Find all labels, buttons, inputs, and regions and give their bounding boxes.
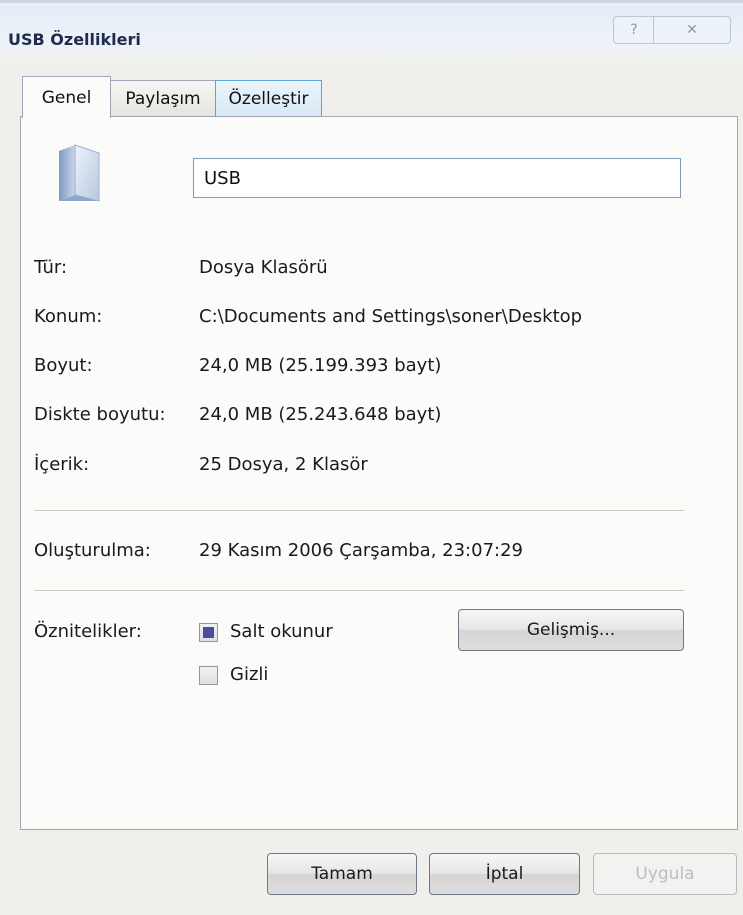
separator [34, 510, 684, 512]
tab-paylasim[interactable]: Paylaşım [110, 80, 216, 117]
readonly-checkbox-label[interactable]: Salt okunur [230, 621, 333, 642]
separator [34, 590, 684, 592]
type-label: Tür: [34, 257, 68, 278]
size-on-disk-label: Diskte boyutu: [34, 404, 166, 425]
location-label: Konum: [34, 306, 103, 327]
tab-label: Paylaşım [125, 89, 201, 109]
contents-value: 25 Dosya, 2 Klasör [199, 454, 368, 475]
advanced-button[interactable]: Gelişmiş... [458, 609, 684, 651]
tab-label: Genel [41, 87, 92, 108]
size-label: Boyut: [34, 355, 93, 376]
size-on-disk-value: 24,0 MB (25.243.648 bayt) [199, 404, 442, 425]
cancel-button-label: İptal [485, 864, 524, 884]
attributes-label: Öznitelikler: [34, 621, 142, 642]
help-button[interactable]: ? [613, 16, 655, 44]
close-icon: ✕ [686, 22, 698, 38]
ok-button-label: Tamam [311, 864, 373, 884]
created-value: 29 Kasım 2006 Çarşamba, 23:07:29 [199, 540, 523, 561]
apply-button: Uygula [593, 853, 737, 895]
created-label: Oluşturulma: [34, 540, 151, 561]
cancel-button[interactable]: İptal [429, 853, 580, 895]
type-value: Dosya Klasörü [199, 257, 328, 278]
ok-button[interactable]: Tamam [267, 853, 417, 895]
tab-ozellestir[interactable]: Özelleştir [215, 80, 322, 117]
advanced-button-label: Gelişmiş... [526, 620, 616, 640]
properties-dialog: USB Özellikleri ? ✕ Genel Paylaşım Özell… [0, 0, 743, 915]
folder-icon [59, 144, 100, 202]
tab-genel[interactable]: Genel [22, 76, 111, 118]
close-button[interactable]: ✕ [653, 16, 731, 44]
readonly-checkbox[interactable] [199, 623, 218, 642]
help-icon: ? [630, 22, 638, 38]
general-tab-panel: Tür: Dosya Klasörü Konum: C:\Documents a… [20, 116, 738, 830]
hidden-checkbox-label[interactable]: Gizli [230, 664, 268, 685]
tab-label: Özelleştir [228, 89, 309, 109]
size-value: 24,0 MB (25.199.393 bayt) [199, 355, 442, 376]
hidden-checkbox[interactable] [199, 666, 218, 685]
title-bar: USB Özellikleri ? ✕ [0, 6, 743, 68]
contents-label: İçerik: [34, 454, 90, 475]
window-title: USB Özellikleri [8, 30, 141, 49]
apply-button-label: Uygula [635, 864, 695, 884]
location-value: C:\Documents and Settings\soner\Desktop [199, 306, 583, 327]
folder-name-input[interactable] [193, 158, 681, 198]
